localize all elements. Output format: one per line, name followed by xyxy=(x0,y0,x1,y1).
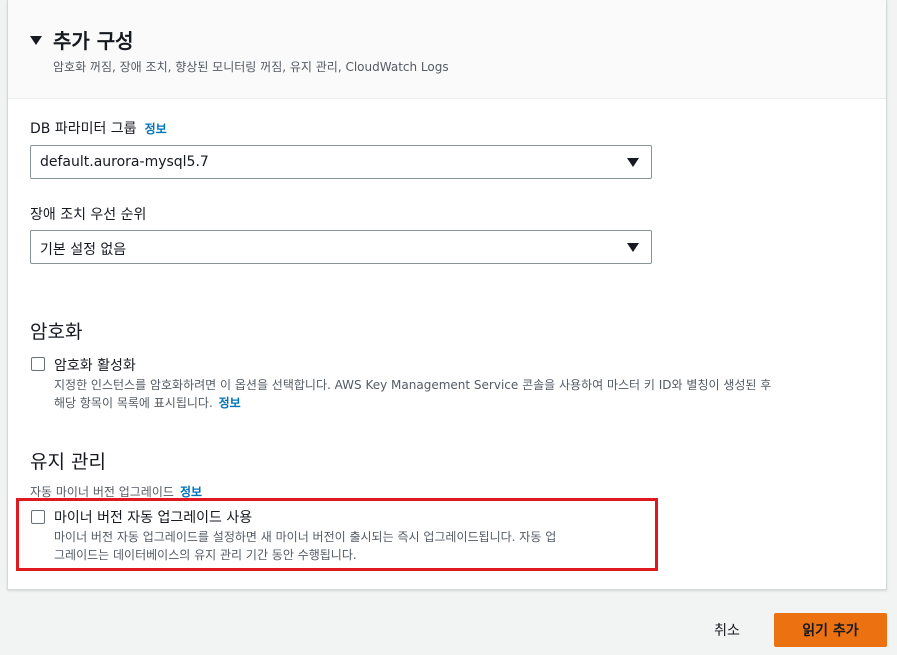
failover-priority-value: 기본 설정 없음 xyxy=(40,242,127,258)
db-parameter-group-select[interactable]: default.aurora-mysql5.7 xyxy=(30,145,652,179)
db-parameter-group-label-text: DB 파라미터 그룹 xyxy=(30,121,137,137)
dropdown-caret-icon xyxy=(627,243,639,252)
failover-priority-select[interactable]: 기본 설정 없음 xyxy=(30,230,652,264)
encryption-description-line1: 지정한 인스턴스를 암호화하려면 이 옵션을 선택합니다. AWS Key Ma… xyxy=(54,378,772,392)
encryption-description-line2: 해당 항목이 목록에 표시됩니다. 정보 xyxy=(54,394,884,412)
encryption-checkbox[interactable] xyxy=(31,357,45,371)
db-parameter-group-info-link[interactable]: 정보 xyxy=(145,122,167,136)
auto-minor-upgrade-description-line2: 그레이드는 데이터베이스의 유지 관리 기간 동안 수행됩니다. xyxy=(54,548,357,562)
additional-config-header[interactable]: 추가 구성 암호화 꺼짐, 장애 조치, 향상된 모니터링 꺼짐, 유지 관리,… xyxy=(8,0,886,99)
auto-minor-upgrade-label-text: 자동 마이너 버전 업그레이드 xyxy=(30,485,174,499)
cancel-button[interactable]: 취소 xyxy=(697,613,757,647)
encryption-title: 암호화 xyxy=(30,321,83,343)
section-title: 추가 구성 xyxy=(53,29,134,53)
failover-priority-label: 장애 조치 우선 순위 xyxy=(30,207,147,223)
encryption-description: 지정한 인스턴스를 암호화하려면 이 옵션을 선택합니다. AWS Key Ma… xyxy=(54,376,884,412)
auto-minor-upgrade-checkbox-label[interactable]: 마이너 버전 자동 업그레이드 사용 xyxy=(54,507,252,527)
auto-minor-upgrade-checkbox[interactable] xyxy=(31,510,45,524)
auto-minor-upgrade-label: 자동 마이너 버전 업그레이드 정보 xyxy=(30,483,202,500)
auto-minor-upgrade-description: 마이너 버전 자동 업그레이드를 설정하면 새 마이너 버전이 출시되는 즉시 … xyxy=(54,528,664,564)
additional-config-panel: 추가 구성 암호화 꺼짐, 장애 조치, 향상된 모니터링 꺼짐, 유지 관리,… xyxy=(7,0,887,590)
footer-actions: 취소 읽기 추가 xyxy=(0,600,897,655)
db-parameter-group-value: default.aurora-mysql5.7 xyxy=(40,154,209,170)
dropdown-caret-icon xyxy=(627,158,639,167)
section-description: 암호화 꺼짐, 장애 조치, 향상된 모니터링 꺼짐, 유지 관리, Cloud… xyxy=(53,60,449,74)
caret-down-icon[interactable] xyxy=(30,36,42,45)
maintenance-title: 유지 관리 xyxy=(30,451,106,473)
encryption-checkbox-label[interactable]: 암호화 활성화 xyxy=(54,355,136,375)
db-parameter-group-label: DB 파라미터 그룹 정보 xyxy=(30,118,167,138)
auto-minor-upgrade-description-line1: 마이너 버전 자동 업그레이드를 설정하면 새 마이너 버전이 출시되는 즉시 … xyxy=(54,530,557,544)
encryption-description-line2-text: 해당 항목이 목록에 표시됩니다. xyxy=(54,396,213,410)
encryption-info-link[interactable]: 정보 xyxy=(219,396,241,410)
maintenance-info-link[interactable]: 정보 xyxy=(180,485,202,499)
add-reader-button[interactable]: 읽기 추가 xyxy=(774,613,887,647)
